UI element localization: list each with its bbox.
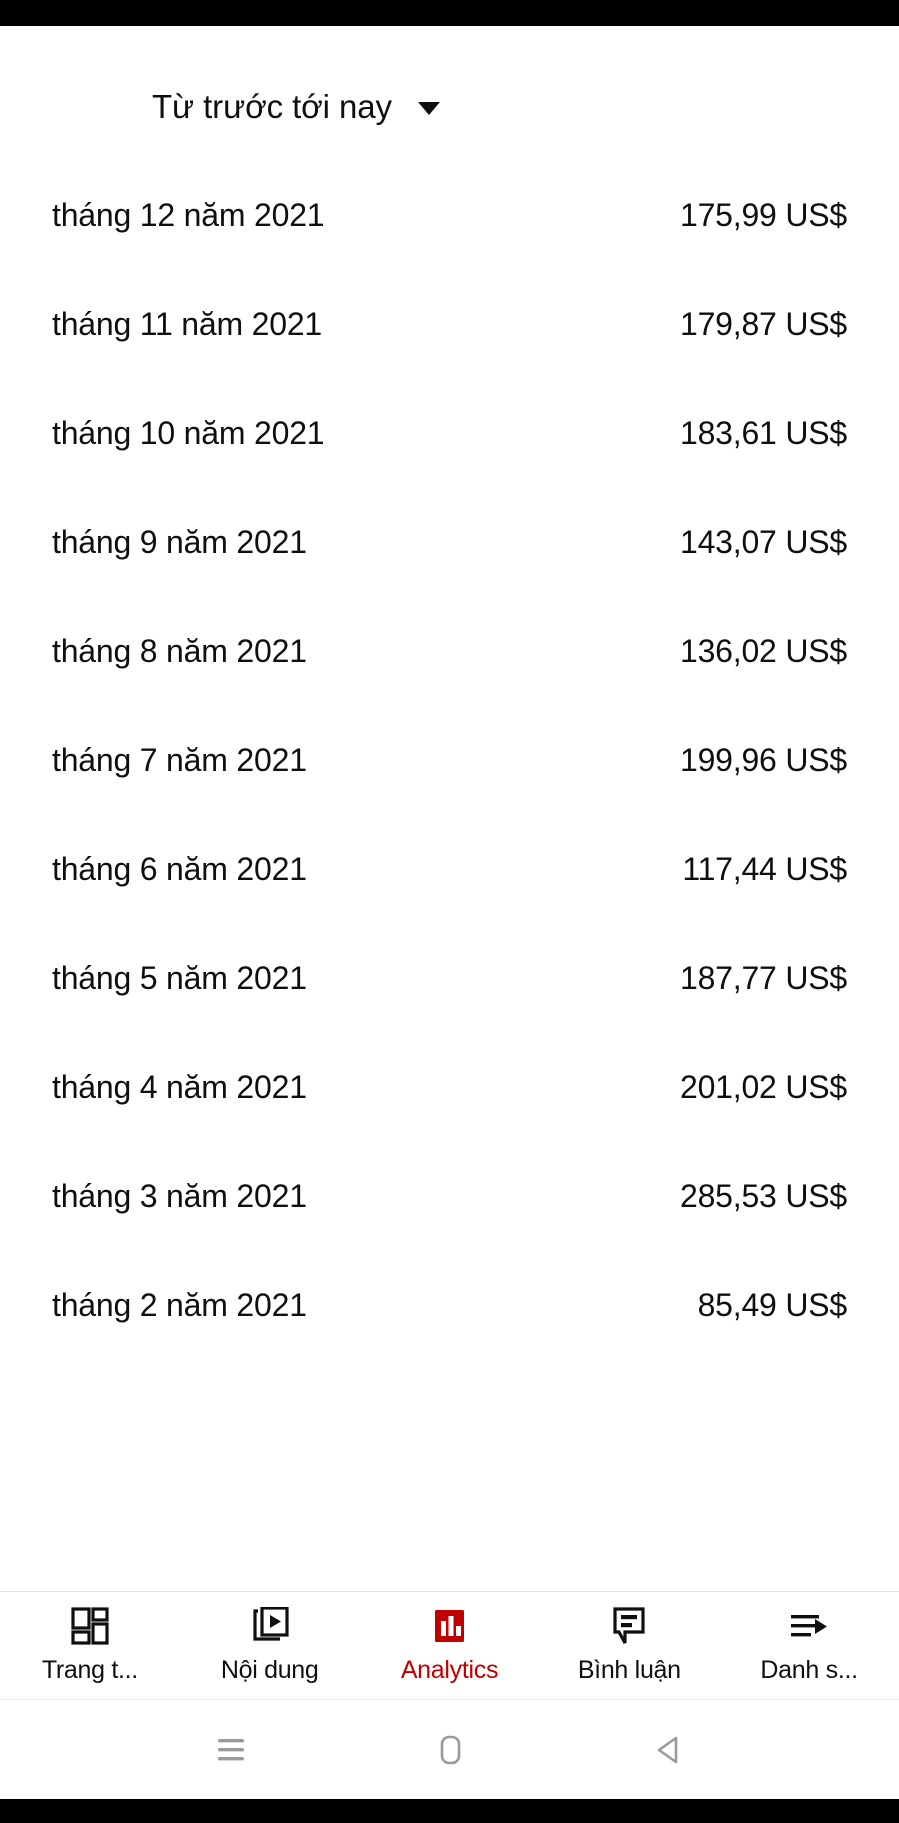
android-nav-bar bbox=[0, 1699, 899, 1799]
table-row[interactable]: tháng 8 năm 2021 136,02 US$ bbox=[52, 597, 847, 706]
tab-content-label: Nội dung bbox=[220, 1656, 319, 1684]
table-row[interactable]: tháng 6 năm 2021 117,44 US$ bbox=[52, 815, 847, 924]
row-month-label: tháng 10 năm 2021 bbox=[52, 415, 325, 451]
header: Từ trước tới nay bbox=[0, 26, 899, 161]
tab-analytics-label: Analytics bbox=[400, 1656, 499, 1684]
content-video-icon bbox=[250, 1606, 290, 1646]
date-range-filter-label: Từ trước tới nay bbox=[152, 88, 392, 125]
table-row[interactable]: tháng 2 năm 2021 85,49 US$ bbox=[52, 1251, 847, 1360]
row-month-label: tháng 2 năm 2021 bbox=[52, 1287, 307, 1323]
back-triangle-icon[interactable] bbox=[641, 1722, 697, 1778]
table-row[interactable]: tháng 11 năm 2021 179,87 US$ bbox=[52, 270, 847, 379]
row-month-label: tháng 11 năm 2021 bbox=[52, 306, 323, 342]
analytics-bar-chart-icon bbox=[429, 1606, 469, 1646]
row-amount-value: 199,96 US$ bbox=[679, 742, 847, 778]
row-amount-value: 136,02 US$ bbox=[679, 633, 847, 669]
tab-playlists-label: Danh s... bbox=[760, 1656, 858, 1684]
row-month-label: tháng 8 năm 2021 bbox=[52, 633, 307, 669]
tab-playlists[interactable]: Danh s... bbox=[719, 1606, 899, 1685]
recents-menu-icon[interactable] bbox=[203, 1722, 259, 1778]
table-row[interactable]: tháng 12 năm 2021 175,99 US$ bbox=[52, 161, 847, 270]
row-month-label: tháng 9 năm 2021 bbox=[52, 524, 307, 560]
row-month-label: tháng 6 năm 2021 bbox=[52, 851, 307, 887]
table-row[interactable]: tháng 3 năm 2021 285,53 US$ bbox=[52, 1142, 847, 1251]
row-month-label: tháng 7 năm 2021 bbox=[52, 742, 307, 778]
status-bar bbox=[0, 0, 899, 26]
comment-bubble-icon bbox=[609, 1606, 649, 1646]
row-month-label: tháng 5 năm 2021 bbox=[52, 960, 307, 996]
playlist-icon bbox=[788, 1606, 830, 1646]
row-amount-value: 175,99 US$ bbox=[679, 197, 847, 233]
tab-dashboard[interactable]: Trang t... bbox=[0, 1606, 180, 1685]
tab-content[interactable]: Nội dung bbox=[180, 1606, 360, 1685]
home-square-icon[interactable] bbox=[422, 1722, 478, 1778]
system-bottom-strip bbox=[0, 1799, 899, 1823]
row-amount-value: 187,77 US$ bbox=[679, 960, 847, 996]
row-amount-value: 117,44 US$ bbox=[682, 851, 847, 887]
table-row[interactable]: tháng 9 năm 2021 143,07 US$ bbox=[52, 488, 847, 597]
date-range-filter[interactable]: Từ trước tới nay bbox=[152, 88, 440, 126]
tab-analytics[interactable]: Analytics bbox=[360, 1606, 540, 1685]
table-row[interactable]: tháng 5 năm 2021 187,77 US$ bbox=[52, 924, 847, 1033]
row-amount-value: 201,02 US$ bbox=[679, 1069, 847, 1105]
tab-comments[interactable]: Bình luận bbox=[539, 1606, 719, 1685]
tab-comments-label: Bình luận bbox=[577, 1656, 681, 1684]
row-amount-value: 183,61 US$ bbox=[679, 415, 847, 451]
tab-dashboard-label: Trang t... bbox=[41, 1656, 138, 1684]
row-month-label: tháng 12 năm 2021 bbox=[52, 197, 325, 233]
row-amount-value: 179,87 US$ bbox=[679, 306, 847, 342]
bottom-tab-bar: Trang t... Nội dung Analytics Bình luận … bbox=[0, 1591, 899, 1699]
row-amount-value: 143,07 US$ bbox=[679, 524, 847, 560]
row-month-label: tháng 4 năm 2021 bbox=[52, 1069, 307, 1105]
table-row[interactable]: tháng 4 năm 2021 201,02 US$ bbox=[52, 1033, 847, 1142]
row-amount-value: 85,49 US$ bbox=[697, 1287, 848, 1323]
chevron-down-icon bbox=[417, 102, 440, 115]
table-row[interactable]: tháng 7 năm 2021 199,96 US$ bbox=[52, 706, 847, 815]
row-month-label: tháng 3 năm 2021 bbox=[52, 1178, 307, 1214]
dashboard-icon bbox=[70, 1606, 110, 1646]
revenue-list[interactable]: tháng 12 năm 2021 175,99 US$ tháng 11 nă… bbox=[0, 161, 899, 1591]
app-screen: Từ trước tới nay tháng 12 năm 2021 175,9… bbox=[0, 0, 899, 1823]
row-amount-value: 285,53 US$ bbox=[679, 1178, 847, 1214]
table-row[interactable]: tháng 10 năm 2021 183,61 US$ bbox=[52, 379, 847, 488]
